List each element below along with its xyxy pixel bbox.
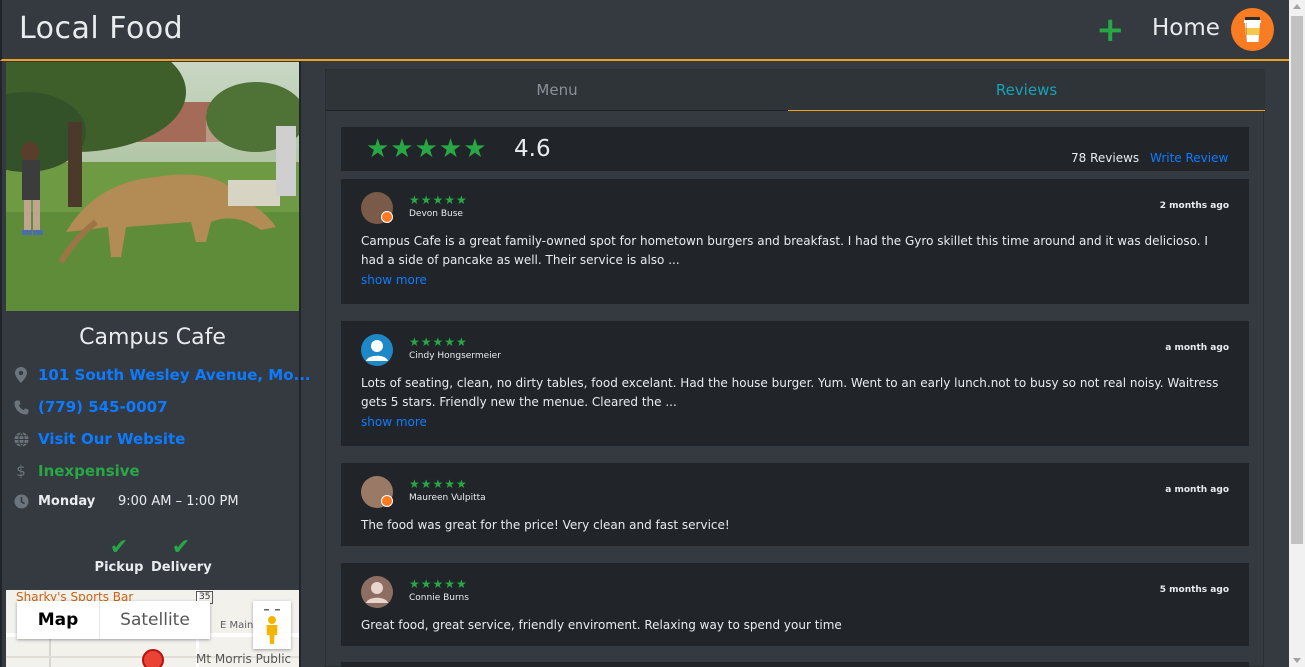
brand-logo-text[interactable]: Local Food xyxy=(19,11,183,46)
dollar-icon: $ xyxy=(16,462,26,480)
map-type-toggle: Map Satellite xyxy=(17,601,210,639)
review-text: Campus Cafe is a great family-owned spot… xyxy=(361,234,1208,267)
globe-icon xyxy=(12,430,30,448)
reviewer-avatar[interactable] xyxy=(361,334,393,366)
map-marker-icon xyxy=(12,366,30,384)
street-view-pegman-icon[interactable] xyxy=(253,601,291,649)
page-scrollbar[interactable] xyxy=(1289,0,1305,667)
page: Local Food + Home Campus Cafe 101 South … xyxy=(0,0,1305,667)
main-panel: Menu Reviews ★★★★★ 4.6 78 Reviews Write … xyxy=(325,69,1265,667)
address-row[interactable]: 101 South Wesley Avenue, Mo... xyxy=(12,363,311,387)
tab-menu[interactable]: Menu xyxy=(326,70,788,111)
scroll-thumb[interactable] xyxy=(1291,16,1303,544)
check-icon: ✔ xyxy=(109,535,129,560)
review-card: ★★★★★ Connie Burns 5 months ago Great fo… xyxy=(341,563,1249,646)
review-count: 78 Reviews xyxy=(1071,151,1140,165)
show-more-link[interactable]: show more xyxy=(361,273,427,287)
road-label: E Main xyxy=(220,620,254,631)
location-map[interactable]: Sharky's Sports Bar 35 E Main Mt Morris … xyxy=(6,590,299,667)
rating-summary: ★★★★★ 4.6 78 Reviews Write Review xyxy=(341,127,1249,171)
write-review-link[interactable]: Write Review xyxy=(1150,151,1228,165)
website-link[interactable]: Visit Our Website xyxy=(38,430,185,448)
review-time: a month ago xyxy=(1165,343,1229,353)
content-tabs: Menu Reviews xyxy=(326,70,1265,111)
review-card xyxy=(341,662,1249,667)
website-row[interactable]: Visit Our Website xyxy=(12,427,185,451)
place-photo xyxy=(6,62,299,311)
tab-reviews[interactable]: Reviews xyxy=(788,70,1265,111)
library-label: Mt Morris Public xyxy=(196,652,292,666)
address-link[interactable]: 101 South Wesley Avenue, Mo... xyxy=(38,366,311,384)
local-guide-badge-icon xyxy=(381,495,393,507)
overall-rating-stars: ★★★★★ xyxy=(366,134,488,164)
top-navbar: Local Food + Home xyxy=(0,0,1289,61)
review-stars: ★★★★★ xyxy=(409,193,468,207)
price-level: Inexpensive xyxy=(38,462,140,480)
review-time: a month ago xyxy=(1165,485,1229,495)
delivery-option: ✔ Delivery xyxy=(151,535,212,576)
show-more-link[interactable]: show more xyxy=(361,415,427,429)
review-stars: ★★★★★ xyxy=(409,477,468,491)
pickup-label: Pickup xyxy=(94,560,144,575)
place-name: Campus Cafe xyxy=(79,325,226,350)
pickup-option: ✔ Pickup xyxy=(89,535,149,576)
review-card: ★★★★★ Cindy Hongsermeier a month ago Lot… xyxy=(341,321,1249,446)
review-text: Great food, great service, friendly envi… xyxy=(361,618,842,632)
coffee-cup-avatar-icon[interactable] xyxy=(1231,8,1274,51)
hours-day: Monday xyxy=(38,493,96,509)
scroll-up-arrow-icon[interactable] xyxy=(1293,4,1301,9)
phone-link[interactable]: (779) 545-0007 xyxy=(38,398,168,416)
check-icon: ✔ xyxy=(171,535,191,560)
review-card: ★★★★★ Maureen Vulpitta a month ago The f… xyxy=(341,463,1249,546)
review-stars: ★★★★★ xyxy=(409,335,468,349)
review-time: 5 months ago xyxy=(1159,585,1229,595)
review-card: ★★★★★ Devon Buse 2 months ago Campus Caf… xyxy=(341,179,1249,304)
hours-time: 9:00 AM – 1:00 PM xyxy=(118,493,239,509)
delivery-label: Delivery xyxy=(151,560,212,575)
overall-rating-value: 4.6 xyxy=(514,136,551,162)
reviewer-avatar[interactable] xyxy=(361,576,393,608)
map-pin-icon[interactable] xyxy=(142,649,164,667)
phone-row[interactable]: (779) 545-0007 xyxy=(12,395,168,419)
reviewer-name[interactable]: Cindy Hongsermeier xyxy=(409,351,501,361)
add-icon[interactable]: + xyxy=(1096,12,1125,48)
phone-icon xyxy=(12,398,30,416)
review-stars: ★★★★★ xyxy=(409,577,468,591)
satellite-view-button[interactable]: Satellite xyxy=(99,601,210,639)
local-guide-badge-icon xyxy=(381,211,393,223)
review-text: Lots of seating, clean, no dirty tables,… xyxy=(361,376,1219,409)
nav-home-link[interactable]: Home xyxy=(1152,15,1220,41)
map-view-button[interactable]: Map xyxy=(17,601,99,639)
clock-icon xyxy=(12,492,30,510)
price-row: $ Inexpensive xyxy=(12,459,140,483)
reviewer-name[interactable]: Maureen Vulpitta xyxy=(409,493,486,503)
review-text: The food was great for the price! Very c… xyxy=(361,518,730,532)
review-time: 2 months ago xyxy=(1159,201,1229,211)
reviewer-name[interactable]: Devon Buse xyxy=(409,209,463,219)
hours-row[interactable]: Monday 9:00 AM – 1:00 PM xyxy=(12,489,239,513)
scroll-down-arrow-icon[interactable] xyxy=(1293,658,1301,663)
reviewer-name[interactable]: Connie Burns xyxy=(409,593,469,603)
place-sidebar: Campus Cafe 101 South Wesley Avenue, Mo.… xyxy=(0,61,311,667)
